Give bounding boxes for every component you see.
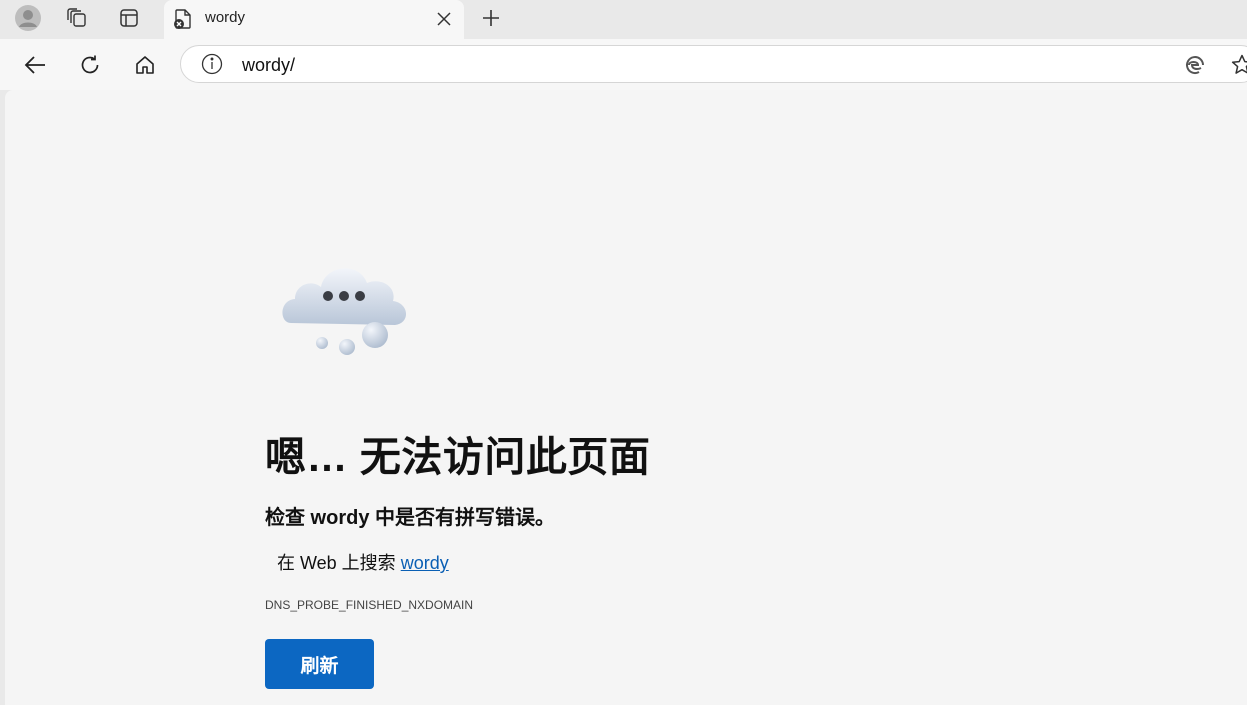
home-icon [136,56,154,74]
favorite-star-icon[interactable] [1230,53,1247,77]
workspaces-button[interactable] [62,4,92,32]
search-wordy-link[interactable]: wordy [401,553,449,573]
page-error-icon [174,9,191,29]
error-heading: 嗯… 无法访问此页面 [265,434,651,480]
search-prefix-text: 在 Web 上搜索 [277,553,401,573]
refresh-icon [81,55,99,74]
close-icon [437,12,451,26]
refresh-button[interactable] [74,49,106,81]
new-tab-button[interactable] [476,4,506,32]
toolbar: wordy/ [0,39,1247,90]
page-content: 嗯… 无法访问此页面 检查 wordy 中是否有拼写错误。 在 Web 上搜索 … [5,90,1247,705]
info-icon[interactable] [201,53,223,75]
edge-read-aloud-icon[interactable] [1183,53,1207,77]
cloud-thinking-icon [282,268,407,355]
address-bar[interactable]: wordy/ [180,45,1247,83]
tab-actions-button[interactable] [114,4,144,32]
plus-icon [483,10,499,26]
url-text[interactable]: wordy/ [242,55,295,76]
profile-button[interactable] [13,4,43,32]
tab-actions-icon [120,9,138,27]
active-tab[interactable]: wordy [164,0,464,39]
refresh-page-button[interactable]: 刷新 [265,639,374,689]
web-search-line: 在 Web 上搜索 wordy [277,549,449,575]
tab-title: wordy [205,9,246,26]
spelling-check-text: 检查 wordy 中是否有拼写错误。 [265,507,556,529]
home-button[interactable] [129,49,161,81]
tab-close-button[interactable] [432,8,456,30]
back-arrow-icon [24,56,45,74]
tab-strip: wordy [0,0,1247,39]
back-button[interactable] [19,49,51,81]
workspaces-icon [67,8,86,27]
avatar-icon [15,5,41,31]
error-code: DNS_PROBE_FINISHED_NXDOMAIN [265,598,474,612]
